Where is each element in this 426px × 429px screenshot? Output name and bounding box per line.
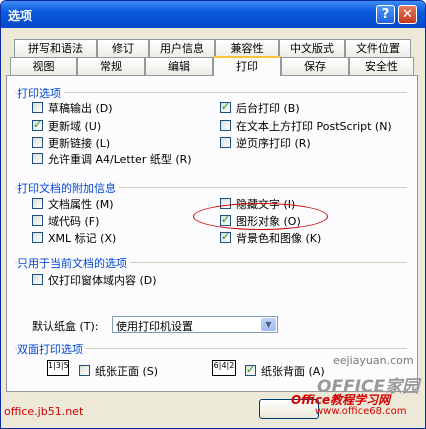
section-include: 打印文档的附加信息 [17,180,119,196]
tab-print[interactable]: 打印 [213,56,281,76]
front-of-sheet-label: 纸张正面 (S) [95,365,159,378]
update-fields-checkbox[interactable] [32,118,43,131]
xml-tags-label: XML 标记 (X) [48,232,117,245]
postscript-label: 在文本上方打印 PostScript (N) [236,120,392,133]
background-print-label: 后台打印 (B) [236,102,300,115]
update-fields-label: 更新域 (U) [48,120,102,133]
default-tray-value: 使用打印机设置 [116,320,193,333]
front-of-sheet-checkbox[interactable] [79,365,90,376]
tab-chinese-typography[interactable]: 中文版式 [279,39,345,57]
duplex-back-icon: 6|4|2 [212,360,236,376]
back-of-sheet-label: 纸张背面 (A) [261,365,325,378]
tab-user-info[interactable]: 用户信息 [149,39,215,57]
tab-spelling-grammar[interactable]: 拼写和语法 [14,39,97,57]
watermark-site: www.office68.com [315,406,407,417]
section-print-options: 打印选项 [17,85,64,101]
highlight-ellipse [193,203,328,230]
tab-track-changes[interactable]: 修订 [97,39,149,57]
tab-general[interactable]: 常规 [77,57,145,75]
question-icon: ? [381,7,390,22]
tab-file-locations[interactable]: 文件位置 [345,39,411,57]
back-of-sheet-checkbox[interactable] [245,363,256,376]
update-links-checkbox[interactable] [32,137,43,148]
xml-tags-checkbox[interactable] [32,232,43,243]
doc-properties-label: 文档属性 (M) [48,198,114,211]
background-colors-checkbox[interactable] [220,230,231,243]
help-button[interactable]: ? [376,5,395,24]
field-codes-label: 域代码 (F) [48,215,100,228]
tab-view[interactable]: 视图 [10,57,77,75]
tab-save[interactable]: 保存 [281,57,349,75]
reverse-order-checkbox[interactable] [220,137,231,148]
title-bar: 选项 ? ✕ [1,1,425,28]
chevron-down-icon[interactable]: ▼ [261,318,276,331]
draft-output-checkbox[interactable] [32,102,43,113]
field-codes-checkbox[interactable] [32,215,43,226]
tab-edit[interactable]: 编辑 [145,57,213,75]
tab-security[interactable]: 安全性 [349,57,414,75]
close-icon: ✕ [402,7,413,22]
section-current-doc: 只用于当前文档的选项 [17,255,130,271]
default-tray-label: 默认纸盒 (T): [32,320,99,333]
draft-output-label: 草稿输出 (D) [48,102,113,115]
allow-resize-label: 允许重调 A4/Letter 纸型 (R) [48,153,192,166]
watermark-left: office.jb51.net [4,405,84,418]
section-duplex: 双面打印选项 [17,341,86,357]
reverse-order-label: 逆页序打印 (R) [236,137,311,150]
background-print-checkbox[interactable] [220,100,231,113]
allow-resize-checkbox[interactable] [32,153,43,164]
postscript-checkbox[interactable] [220,120,231,131]
background-colors-label: 背景色和图像 (K) [236,232,322,245]
separator [15,92,407,93]
dialog-title: 选项 [8,9,33,23]
form-data-only-label: 仅打印窗体域内容 (D) [48,274,157,287]
watermark-url: eejiayuan.com [333,354,414,367]
form-data-only-checkbox[interactable] [32,274,43,285]
doc-properties-checkbox[interactable] [32,198,43,209]
duplex-front-icon: 1|3|5 [47,360,69,376]
default-tray-select[interactable]: 使用打印机设置 ▼ [112,316,278,333]
tab-compatibility[interactable]: 兼容性 [215,39,279,57]
update-links-label: 更新链接 (L) [48,137,111,150]
close-button[interactable]: ✕ [398,5,417,24]
